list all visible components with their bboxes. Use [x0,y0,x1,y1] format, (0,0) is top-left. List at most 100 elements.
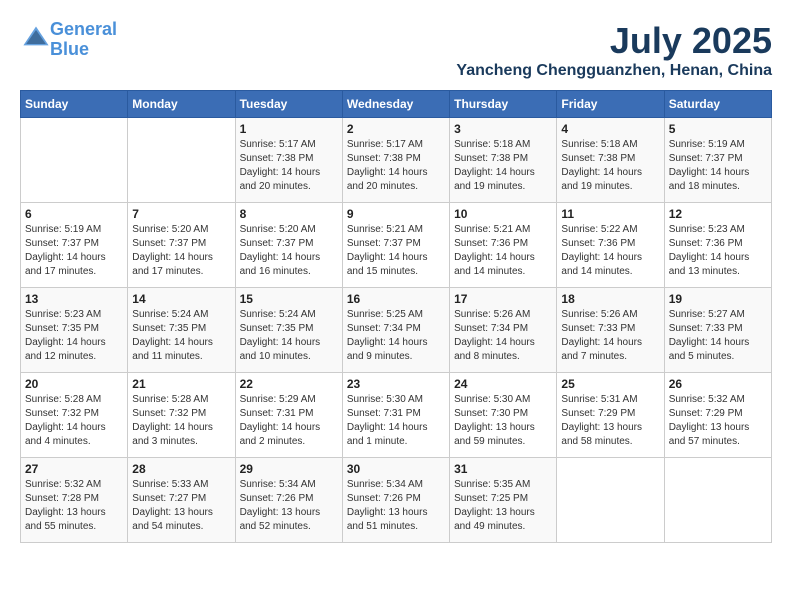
calendar-week-3: 13 Sunrise: 5:23 AM Sunset: 7:35 PM Dayli… [21,288,772,373]
day-number: 12 [669,207,767,221]
day-info: Sunrise: 5:25 AM Sunset: 7:34 PM Dayligh… [347,308,445,364]
day-number: 5 [669,122,767,136]
calendar-cell [664,458,771,543]
day-info: Sunrise: 5:23 AM Sunset: 7:36 PM Dayligh… [669,223,767,279]
day-number: 6 [25,207,123,221]
day-number: 14 [132,292,230,306]
calendar-cell: 15Sunrise: 5:24 AM Sunset: 7:35 PM Dayli… [235,288,342,373]
day-info: Sunrise: 5:35 AM Sunset: 7:25 PM Dayligh… [454,478,552,534]
day-number: 2 [347,122,445,136]
calendar-week-1: 1 Sunrise: 5:17 AM Sunset: 7:38 PM Daylig… [21,118,772,203]
day-info: Sunrise: 5:33 AM Sunset: 7:27 PM Dayligh… [132,478,230,534]
logo-line1: General [50,19,117,39]
day-number: 30 [347,462,445,476]
calendar-cell: 1 Sunrise: 5:17 AM Sunset: 7:38 PM Daylig… [235,118,342,203]
calendar-cell: 29Sunrise: 5:34 AM Sunset: 7:26 PM Dayli… [235,458,342,543]
day-info: Sunrise: 5:17 AM Sunset: 7:38 PM Dayligh… [240,138,338,194]
day-info: Sunrise: 5:18 AM Sunset: 7:38 PM Dayligh… [561,138,659,194]
day-number: 31 [454,462,552,476]
day-number: 27 [25,462,123,476]
day-info: Sunrise: 5:31 AM Sunset: 7:29 PM Dayligh… [561,393,659,449]
calendar-cell [21,118,128,203]
calendar-cell: 12 Sunrise: 5:23 AM Sunset: 7:36 PM Dayli… [664,203,771,288]
day-number: 18 [561,292,659,306]
day-number: 20 [25,377,123,391]
calendar-header-row: SundayMondayTuesdayWednesdayThursdayFrid… [21,91,772,118]
calendar-cell: 27 Sunrise: 5:32 AM Sunset: 7:28 PM Dayli… [21,458,128,543]
day-number: 9 [347,207,445,221]
day-number: 13 [25,292,123,306]
calendar-cell: 10 Sunrise: 5:21 AM Sunset: 7:36 PM Dayli… [450,203,557,288]
day-info: Sunrise: 5:32 AM Sunset: 7:28 PM Dayligh… [25,478,123,534]
day-number: 21 [132,377,230,391]
day-number: 23 [347,377,445,391]
calendar-week-2: 6 Sunrise: 5:19 AM Sunset: 7:37 PM Daylig… [21,203,772,288]
day-info: Sunrise: 5:20 AM Sunset: 7:37 PM Dayligh… [132,223,230,279]
day-number: 22 [240,377,338,391]
day-info: Sunrise: 5:21 AM Sunset: 7:36 PM Dayligh… [454,223,552,279]
day-header-tuesday: Tuesday [235,91,342,118]
day-info: Sunrise: 5:19 AM Sunset: 7:37 PM Dayligh… [25,223,123,279]
day-number: 28 [132,462,230,476]
calendar-cell: 7Sunrise: 5:20 AM Sunset: 7:37 PM Daylig… [128,203,235,288]
day-number: 17 [454,292,552,306]
day-number: 11 [561,207,659,221]
calendar-body: 1 Sunrise: 5:17 AM Sunset: 7:38 PM Daylig… [21,118,772,543]
month-title: July 2025 [456,20,772,62]
day-info: Sunrise: 5:19 AM Sunset: 7:37 PM Dayligh… [669,138,767,194]
day-info: Sunrise: 5:22 AM Sunset: 7:36 PM Dayligh… [561,223,659,279]
day-info: Sunrise: 5:24 AM Sunset: 7:35 PM Dayligh… [240,308,338,364]
calendar-cell: 25 Sunrise: 5:31 AM Sunset: 7:29 PM Dayli… [557,373,664,458]
calendar-cell: 31 Sunrise: 5:35 AM Sunset: 7:25 PM Dayli… [450,458,557,543]
day-info: Sunrise: 5:20 AM Sunset: 7:37 PM Dayligh… [240,223,338,279]
day-info: Sunrise: 5:32 AM Sunset: 7:29 PM Dayligh… [669,393,767,449]
day-info: Sunrise: 5:26 AM Sunset: 7:34 PM Dayligh… [454,308,552,364]
calendar-cell: 4 Sunrise: 5:18 AM Sunset: 7:38 PM Daylig… [557,118,664,203]
day-header-thursday: Thursday [450,91,557,118]
page-header: General Blue July 2025 Yancheng Chenggua… [20,20,772,80]
day-info: Sunrise: 5:17 AM Sunset: 7:38 PM Dayligh… [347,138,445,194]
calendar-cell: 24Sunrise: 5:30 AM Sunset: 7:30 PM Dayli… [450,373,557,458]
calendar-cell: 23 Sunrise: 5:30 AM Sunset: 7:31 PM Dayli… [342,373,449,458]
logo-icon [22,23,50,51]
calendar-cell: 13 Sunrise: 5:23 AM Sunset: 7:35 PM Dayli… [21,288,128,373]
calendar-cell: 18 Sunrise: 5:26 AM Sunset: 7:33 PM Dayli… [557,288,664,373]
day-info: Sunrise: 5:26 AM Sunset: 7:33 PM Dayligh… [561,308,659,364]
calendar-cell: 11 Sunrise: 5:22 AM Sunset: 7:36 PM Dayli… [557,203,664,288]
calendar-cell: 21 Sunrise: 5:28 AM Sunset: 7:32 PM Dayli… [128,373,235,458]
location-title: Yancheng Chengguanzhen, Henan, China [456,62,772,80]
calendar-cell: 9 Sunrise: 5:21 AM Sunset: 7:37 PM Daylig… [342,203,449,288]
day-number: 4 [561,122,659,136]
day-info: Sunrise: 5:27 AM Sunset: 7:33 PM Dayligh… [669,308,767,364]
day-header-friday: Friday [557,91,664,118]
day-number: 10 [454,207,552,221]
day-number: 29 [240,462,338,476]
logo: General Blue [20,20,117,60]
day-info: Sunrise: 5:29 AM Sunset: 7:31 PM Dayligh… [240,393,338,449]
calendar-cell: 14Sunrise: 5:24 AM Sunset: 7:35 PM Dayli… [128,288,235,373]
day-info: Sunrise: 5:18 AM Sunset: 7:38 PM Dayligh… [454,138,552,194]
day-info: Sunrise: 5:28 AM Sunset: 7:32 PM Dayligh… [25,393,123,449]
day-header-saturday: Saturday [664,91,771,118]
calendar-cell: 30 Sunrise: 5:34 AM Sunset: 7:26 PM Dayli… [342,458,449,543]
day-number: 8 [240,207,338,221]
day-header-wednesday: Wednesday [342,91,449,118]
day-number: 25 [561,377,659,391]
day-info: Sunrise: 5:30 AM Sunset: 7:31 PM Dayligh… [347,393,445,449]
day-info: Sunrise: 5:28 AM Sunset: 7:32 PM Dayligh… [132,393,230,449]
calendar-cell: 20 Sunrise: 5:28 AM Sunset: 7:32 PM Dayli… [21,373,128,458]
day-number: 26 [669,377,767,391]
day-info: Sunrise: 5:23 AM Sunset: 7:35 PM Dayligh… [25,308,123,364]
calendar-cell: 3 Sunrise: 5:18 AM Sunset: 7:38 PM Daylig… [450,118,557,203]
calendar-cell: 6 Sunrise: 5:19 AM Sunset: 7:37 PM Daylig… [21,203,128,288]
calendar-cell: 22 Sunrise: 5:29 AM Sunset: 7:31 PM Dayli… [235,373,342,458]
title-block: July 2025 Yancheng Chengguanzhen, Henan,… [456,20,772,80]
calendar-table: SundayMondayTuesdayWednesdayThursdayFrid… [20,90,772,543]
day-number: 3 [454,122,552,136]
calendar-cell: 26 Sunrise: 5:32 AM Sunset: 7:29 PM Dayli… [664,373,771,458]
day-info: Sunrise: 5:30 AM Sunset: 7:30 PM Dayligh… [454,393,552,449]
day-info: Sunrise: 5:34 AM Sunset: 7:26 PM Dayligh… [347,478,445,534]
calendar-cell: 8 Sunrise: 5:20 AM Sunset: 7:37 PM Daylig… [235,203,342,288]
day-number: 1 [240,122,338,136]
day-info: Sunrise: 5:21 AM Sunset: 7:37 PM Dayligh… [347,223,445,279]
